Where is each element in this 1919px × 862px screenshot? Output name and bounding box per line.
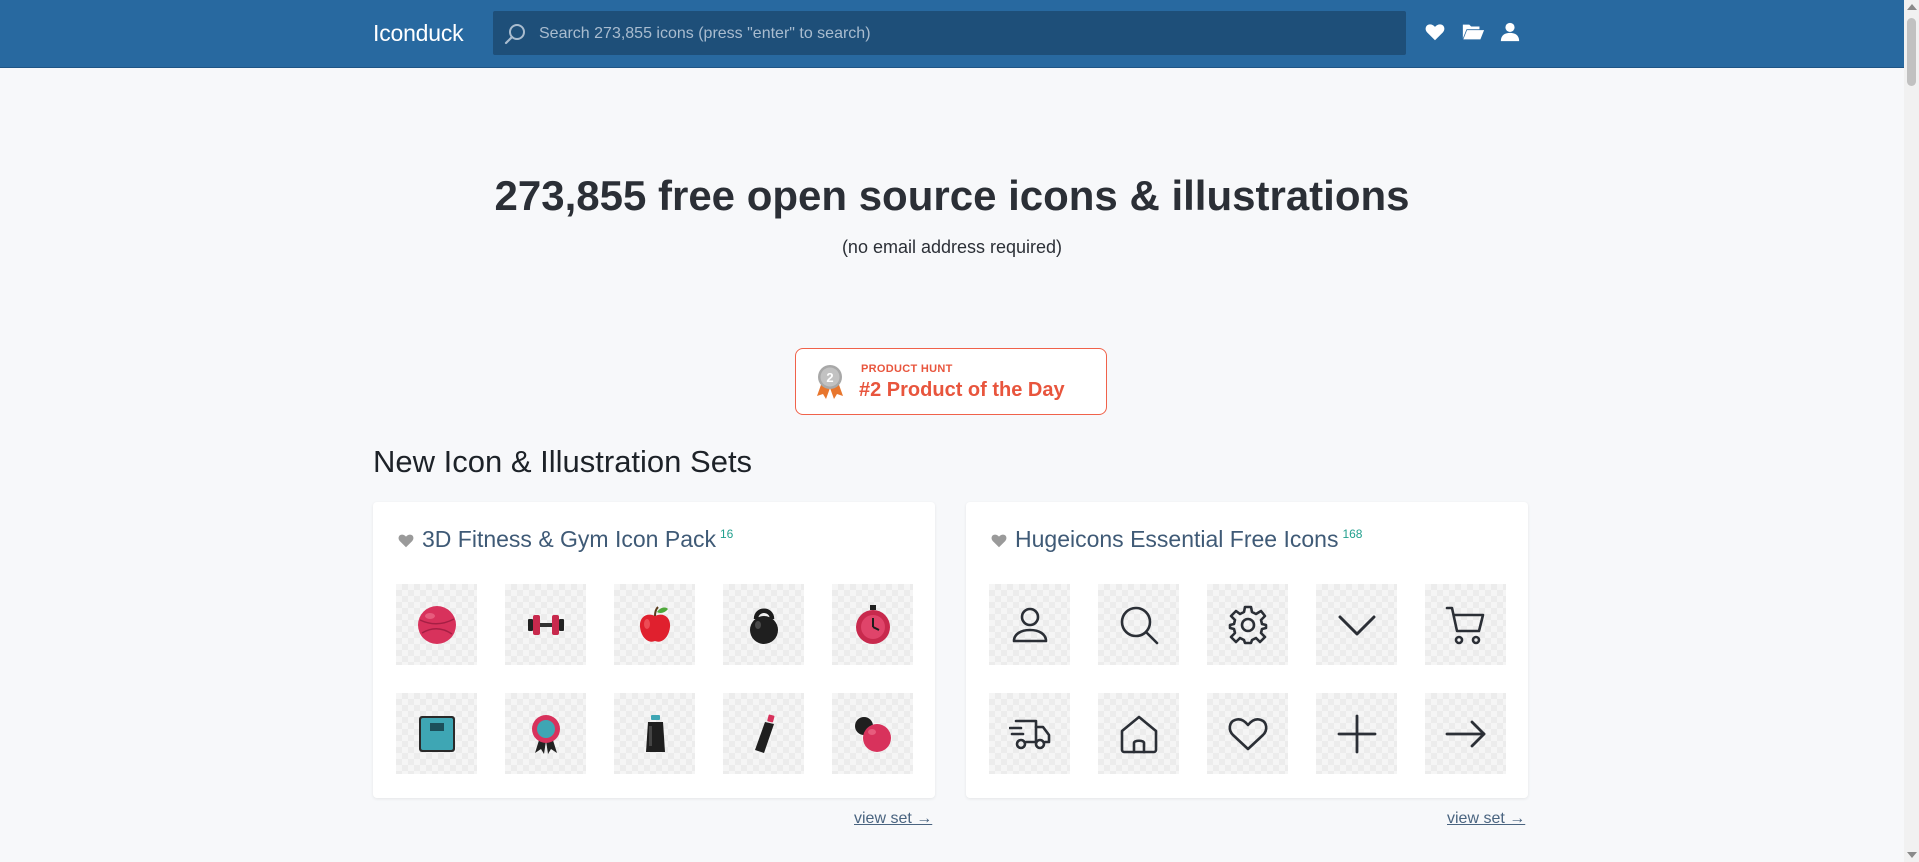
- settings-gear-icon: [1228, 605, 1268, 645]
- folder-open-icon[interactable]: [1461, 21, 1485, 43]
- set-title-text: Hugeicons Essential Free Icons: [1015, 526, 1339, 552]
- arrow-right-icon: [1445, 720, 1486, 748]
- heart-icon: [1228, 717, 1268, 751]
- brand-logo[interactable]: Iconduck: [373, 20, 464, 47]
- home-icon: [1120, 715, 1158, 754]
- icon-tile[interactable]: [1207, 693, 1288, 774]
- water-bottle-icon: [646, 715, 665, 752]
- user-icon: [1012, 607, 1048, 643]
- hero-title: 273,855 free open source icons & illustr…: [494, 172, 1410, 219]
- product-hunt-badge[interactable]: 2 PRODUCT HUNT #2 Product of the Day: [795, 348, 1107, 415]
- icon-tile[interactable]: [989, 693, 1070, 774]
- icon-tile[interactable]: [505, 693, 586, 774]
- scrollbar-thumb[interactable]: [1907, 18, 1916, 86]
- apple-icon: [639, 606, 671, 642]
- stopwatch-icon: [856, 605, 890, 644]
- search-bar[interactable]: [493, 11, 1406, 57]
- user-icon[interactable]: [1499, 21, 1521, 43]
- hero-subtitle: (no email address required): [841, 237, 1063, 257]
- icon-tile[interactable]: [832, 584, 913, 665]
- icon-tile[interactable]: [1316, 584, 1397, 665]
- icon-tile[interactable]: [614, 693, 695, 774]
- icon-set-card-fitness: 3D Fitness & Gym Icon Pack 16: [373, 502, 935, 798]
- icon-tile[interactable]: [989, 584, 1070, 665]
- icon-tile[interactable]: [505, 584, 586, 665]
- view-set-link-fitness[interactable]: view set →: [854, 810, 932, 828]
- fitness-ball-icon: [418, 606, 456, 644]
- favorite-heart-icon[interactable]: [990, 532, 1008, 548]
- icon-tile[interactable]: [396, 584, 477, 665]
- heart-icon[interactable]: [1424, 21, 1446, 43]
- search-icon: [1120, 606, 1159, 645]
- delivery-truck-icon: [1009, 719, 1051, 750]
- plus-icon: [1337, 714, 1377, 754]
- icon-tile[interactable]: [1425, 693, 1506, 774]
- icon-tile[interactable]: [1098, 584, 1179, 665]
- kettlebell-icon: [750, 608, 778, 644]
- icon-tile[interactable]: [614, 584, 695, 665]
- icon-set-card-hugeicons: Hugeicons Essential Free Icons 168: [966, 502, 1528, 798]
- search-input[interactable]: [537, 11, 1401, 57]
- icon-tile[interactable]: [1425, 584, 1506, 665]
- icon-tile[interactable]: [396, 693, 477, 774]
- favorite-heart-icon[interactable]: [397, 532, 415, 548]
- sport-bottle-icon: [755, 714, 775, 753]
- scale-icon: [419, 716, 455, 752]
- set-title-text: 3D Fitness & Gym Icon Pack: [422, 526, 716, 552]
- section-title-new-sets: New Icon & Illustration Sets: [373, 444, 753, 479]
- medal-number: 2: [826, 370, 833, 385]
- icon-tile[interactable]: [1098, 693, 1179, 774]
- dumbbell-icon: [528, 615, 564, 635]
- product-hunt-label: PRODUCT HUNT: [861, 363, 953, 375]
- set-title-link[interactable]: 3D Fitness & Gym Icon Pack 16: [422, 526, 733, 553]
- chevron-down-icon: [1338, 615, 1376, 636]
- icon-tile[interactable]: [1207, 584, 1288, 665]
- view-set-link-hugeicons[interactable]: view set →: [1447, 810, 1525, 828]
- balls-icon: [855, 717, 891, 752]
- page-scrollbar[interactable]: [1904, 0, 1919, 862]
- product-hunt-title: #2 Product of the Day: [859, 379, 1065, 401]
- search-icon: [504, 24, 525, 45]
- award-ribbon-icon: [532, 715, 560, 754]
- shopping-cart-icon: [1445, 606, 1485, 645]
- set-title-link[interactable]: Hugeicons Essential Free Icons 168: [1015, 526, 1362, 553]
- icon-tile[interactable]: [723, 584, 804, 665]
- scroll-up-arrow[interactable]: [1907, 4, 1917, 10]
- icon-tile[interactable]: [1316, 693, 1397, 774]
- icon-tile[interactable]: [832, 693, 913, 774]
- top-navbar: Iconduck: [0, 0, 1904, 68]
- set-icon-count: 168: [1342, 527, 1363, 542]
- medal-icon: 2: [817, 365, 843, 399]
- set-icon-count: 16: [719, 527, 734, 542]
- scroll-down-arrow[interactable]: [1907, 852, 1917, 858]
- icon-tile[interactable]: [723, 693, 804, 774]
